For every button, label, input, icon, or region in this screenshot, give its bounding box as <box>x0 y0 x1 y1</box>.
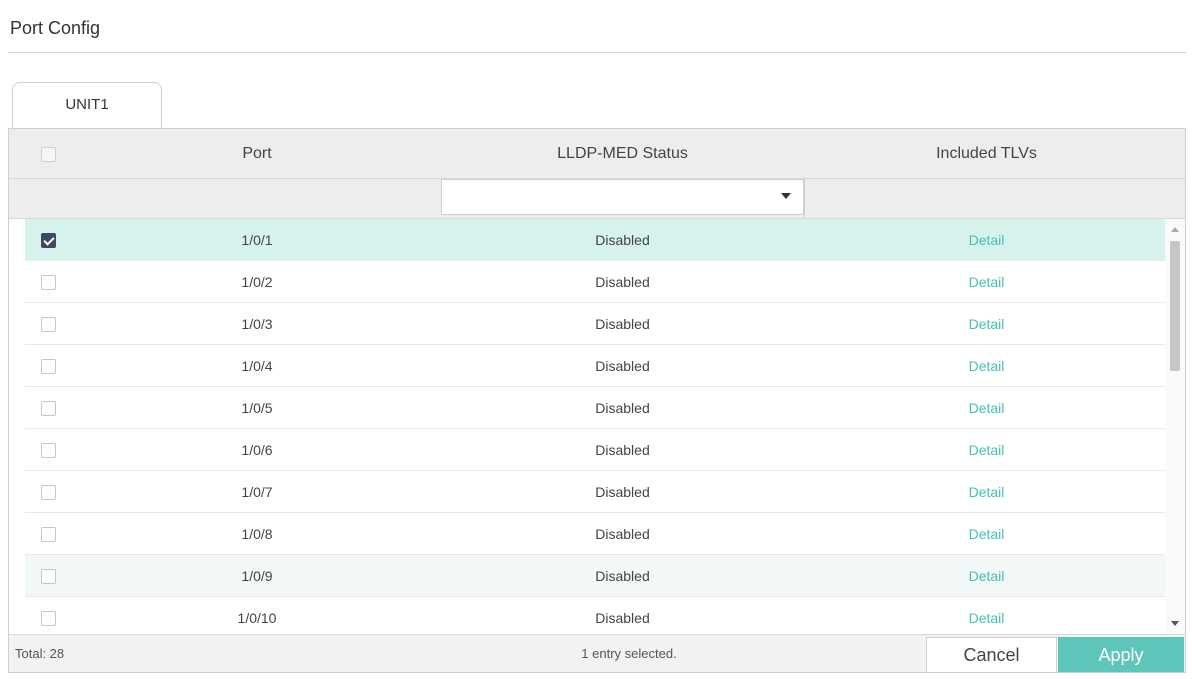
status-cell: Disabled <box>595 610 650 626</box>
selection-status: 1 entry selected. <box>581 646 677 661</box>
table-row[interactable]: 1/0/5 Disabled Detail <box>25 387 1165 429</box>
status-cell: Disabled <box>595 442 650 458</box>
status-cell: Disabled <box>595 400 650 416</box>
table-header: Port LLDP-MED Status Included TLVs <box>9 129 1185 179</box>
cancel-button[interactable]: Cancel <box>926 637 1057 672</box>
status-cell: Disabled <box>595 358 650 374</box>
row-checkbox[interactable] <box>41 359 56 374</box>
detail-link[interactable]: Detail <box>804 513 1165 555</box>
caret-down-icon <box>781 193 791 199</box>
port-cell: 1/0/7 <box>241 484 273 500</box>
port-cell: 1/0/8 <box>241 526 273 542</box>
panel-title: Port Config <box>10 18 101 38</box>
port-cell: 1/0/10 <box>237 610 277 626</box>
row-checkbox[interactable] <box>41 569 56 584</box>
column-header-included-tlvs[interactable]: Included TLVs <box>804 129 1169 179</box>
port-cell: 1/0/4 <box>241 358 273 374</box>
detail-link[interactable]: Detail <box>804 219 1165 261</box>
port-table: Port LLDP-MED Status Included TLVs 1/0/1… <box>8 128 1186 673</box>
row-checkbox[interactable] <box>41 401 56 416</box>
detail-link[interactable]: Detail <box>804 387 1165 429</box>
status-cell: Disabled <box>595 316 650 332</box>
detail-link[interactable]: Detail <box>804 555 1165 597</box>
scroll-up-icon[interactable] <box>1171 227 1179 232</box>
table-row[interactable]: 1/0/10 Disabled Detail <box>25 597 1165 634</box>
detail-link[interactable]: Detail <box>804 303 1165 345</box>
port-cell: 1/0/5 <box>241 400 273 416</box>
status-cell: Disabled <box>595 274 650 290</box>
table-row[interactable]: 1/0/3 Disabled Detail <box>25 303 1165 345</box>
detail-link[interactable]: Detail <box>804 597 1165 634</box>
lldp-med-status-filter-select[interactable] <box>441 179 804 215</box>
tab-unit1[interactable]: UNIT1 <box>12 82 162 128</box>
row-checkbox[interactable] <box>41 611 56 626</box>
filter-divider <box>804 179 805 219</box>
table-row[interactable]: 1/0/8 Disabled Detail <box>25 513 1165 555</box>
row-checkbox[interactable] <box>41 275 56 290</box>
table-footer: Total: 28 1 entry selected. Cancel Apply <box>9 634 1185 672</box>
status-cell: Disabled <box>595 526 650 542</box>
row-checkbox[interactable] <box>41 485 56 500</box>
table-row[interactable]: 1/0/6 Disabled Detail <box>25 429 1165 471</box>
port-config-panel: Port Config UNIT1 Port LLDP-MED Status I… <box>0 0 1192 679</box>
column-header-lldp-med-status[interactable]: LLDP-MED Status <box>441 129 804 179</box>
port-cell: 1/0/9 <box>241 568 273 584</box>
row-checkbox[interactable] <box>41 443 56 458</box>
port-cell: 1/0/2 <box>241 274 273 290</box>
detail-link[interactable]: Detail <box>804 261 1165 303</box>
row-checkbox[interactable] <box>41 317 56 332</box>
column-header-port[interactable]: Port <box>73 129 441 179</box>
filter-row <box>9 179 1185 219</box>
table-body: 1/0/1 Disabled Detail 1/0/2 Disabled Detail 1/… <box>25 219 1165 634</box>
table-row[interactable]: 1/0/4 Disabled Detail <box>25 345 1165 387</box>
detail-link[interactable]: Detail <box>804 471 1165 513</box>
status-cell: Disabled <box>595 484 650 500</box>
vertical-scrollbar[interactable] <box>1165 219 1185 634</box>
title-divider <box>8 52 1186 53</box>
port-cell: 1/0/3 <box>241 316 273 332</box>
status-cell: Disabled <box>595 232 650 248</box>
select-all-checkbox[interactable] <box>41 147 56 162</box>
apply-button[interactable]: Apply <box>1058 637 1184 672</box>
row-checkbox[interactable] <box>41 527 56 542</box>
table-row[interactable]: 1/0/7 Disabled Detail <box>25 471 1165 513</box>
port-cell: 1/0/6 <box>241 442 273 458</box>
table-row[interactable]: 1/0/9 Disabled Detail <box>25 555 1165 597</box>
scroll-down-icon[interactable] <box>1171 621 1179 626</box>
status-cell: Disabled <box>595 568 650 584</box>
detail-link[interactable]: Detail <box>804 429 1165 471</box>
total-count: Total: 28 <box>15 646 65 661</box>
row-checkbox[interactable] <box>41 233 56 248</box>
detail-link[interactable]: Detail <box>804 345 1165 387</box>
port-cell: 1/0/1 <box>241 232 273 248</box>
table-row[interactable]: 1/0/2 Disabled Detail <box>25 261 1165 303</box>
table-row[interactable]: 1/0/1 Disabled Detail <box>25 219 1165 261</box>
scroll-thumb[interactable] <box>1170 241 1180 371</box>
